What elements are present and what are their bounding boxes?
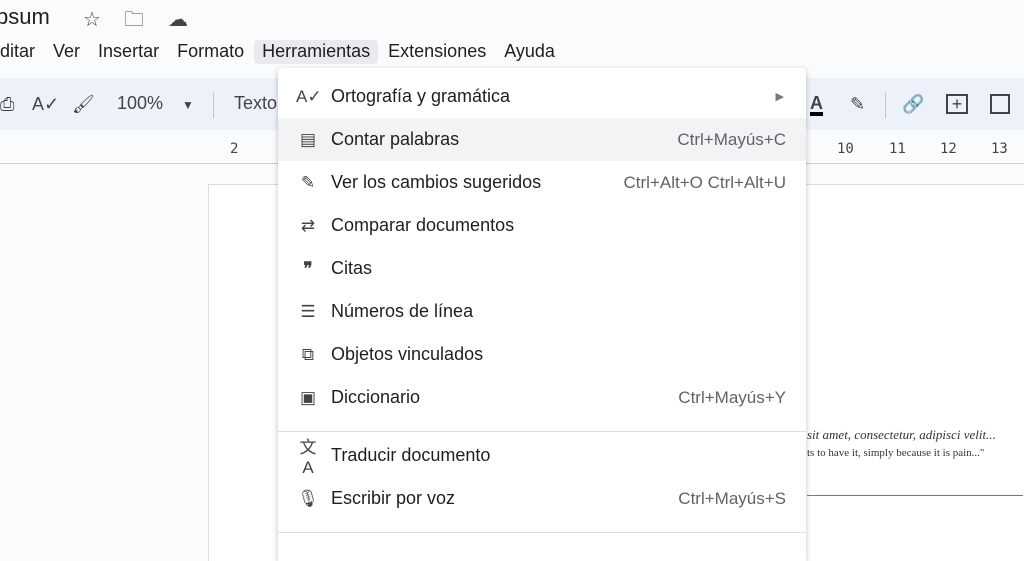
suggested-edits-icon: ✎ [300, 172, 316, 192]
ruler-number: 13 [991, 141, 1008, 157]
document-title[interactable]: psum [0, 4, 50, 30]
move-folder-icon[interactable]: 🗀 [122, 8, 146, 32]
menu-item-dictionary[interactable]: ▣ Diccionario Ctrl+Mayús+Y [278, 376, 806, 419]
compare-icon: ⇄ [300, 215, 316, 235]
menu-extensiones[interactable]: Extensiones [380, 40, 494, 64]
menu-item-label: Números de línea [331, 301, 474, 321]
horizontal-rule [807, 495, 1023, 496]
link-icon[interactable]: 🔗 [902, 94, 924, 115]
menu-item-label: Ver los cambios sugeridos [331, 172, 542, 192]
text-color-icon[interactable]: A [810, 94, 823, 116]
menu-divider [278, 532, 806, 533]
ruler-number: 10 [837, 141, 854, 157]
menu-item-label: Traducir documento [331, 445, 491, 465]
menu-insertar[interactable]: Insertar [90, 40, 167, 64]
menu-item-label: Objetos vinculados [331, 344, 484, 364]
print-icon[interactable]: ⎙ [0, 94, 14, 115]
submenu-arrow-icon: ▶ [775, 91, 784, 103]
tools-menu: A✓ Ortografía y gramática ▶ ▤ Contar palabr… [278, 68, 806, 561]
chevron-down-icon[interactable]: ▼ [182, 98, 194, 112]
menu-item-compare[interactable]: ⇄ Comparar documentos [278, 204, 806, 247]
menu-divider [278, 431, 806, 432]
menu-item-label: Escribir por voz [331, 488, 456, 508]
doc-text-line: ts to have it, simply because it is pain… [807, 447, 985, 459]
line-numbers-icon: ☰ [300, 301, 316, 321]
menu-item-linked-objects[interactable]: ⧉ Objetos vinculados [278, 333, 806, 376]
star-icon[interactable]: ☆ [80, 8, 104, 32]
zoom-select[interactable]: 100% [117, 93, 163, 114]
image-icon[interactable] [990, 94, 1010, 114]
menu-item-label: Contar palabras [331, 129, 460, 149]
menu-item-translate[interactable]: 文A Traducir documento [278, 434, 806, 477]
cloud-saved-icon[interactable]: ☁ [166, 8, 190, 32]
menu-item-suggested-edits[interactable]: ✎ Ver los cambios sugeridos Ctrl+Alt+O Ctr… [278, 161, 806, 204]
menu-bar: ditar Ver Insertar Formato Herramientas … [0, 40, 565, 64]
spellcheck-icon: A✓ [296, 86, 322, 106]
menu-item-spelling[interactable]: A✓ Ortografía y gramática ▶ [278, 75, 806, 118]
divider [885, 92, 886, 118]
menu-ver[interactable]: Ver [45, 40, 88, 64]
style-select[interactable]: Texto [234, 93, 277, 114]
shortcut: Ctrl+Mayús+C [677, 129, 786, 149]
shortcut: Ctrl+Mayús+S [678, 488, 786, 508]
menu-item-label: Ortografía y gramática [331, 86, 511, 106]
divider [213, 92, 214, 118]
menu-item-voice-typing[interactable]: 🎙 Escribir por voz Ctrl+Mayús+S [278, 477, 806, 520]
quote-icon: ❞ [303, 258, 313, 278]
ruler-number: 12 [940, 141, 957, 157]
word-count-icon: ▤ [299, 129, 317, 149]
menu-item-label: Citas [331, 258, 373, 278]
microphone-icon: 🎙 [297, 488, 319, 508]
add-comment-icon[interactable]: + [946, 94, 968, 114]
menu-ayuda[interactable]: Ayuda [496, 40, 563, 64]
menu-item-label: Diccionario [331, 387, 421, 407]
highlight-icon[interactable]: ✎ [850, 94, 865, 115]
menu-formato[interactable]: Formato [169, 40, 252, 64]
menu-editar[interactable]: ditar [0, 40, 43, 64]
menu-item-citations[interactable]: ❞ Citas [278, 247, 806, 290]
translate-icon: 文A [299, 438, 317, 477]
linked-objects-icon: ⧉ [301, 344, 315, 364]
spellcheck-icon[interactable]: A✓ [32, 94, 59, 115]
paint-format-icon[interactable]: 🖌 [72, 94, 95, 115]
menu-item-line-numbers[interactable]: ☰ Números de línea [278, 290, 806, 333]
menu-item-label: Comparar documentos [331, 215, 515, 235]
ruler-number: 11 [889, 141, 906, 157]
shortcut: Ctrl+Mayús+Y [678, 387, 786, 407]
dictionary-icon: ▣ [299, 387, 317, 407]
menu-item-word-count[interactable]: ▤ Contar palabras Ctrl+Mayús+C [278, 118, 806, 161]
ruler-number: 2 [230, 141, 239, 157]
doc-text-line: sit amet, consectetur, adipisci velit... [807, 427, 996, 442]
menu-herramientas[interactable]: Herramientas [254, 40, 379, 64]
shortcut: Ctrl+Alt+O Ctrl+Alt+U [623, 172, 787, 192]
